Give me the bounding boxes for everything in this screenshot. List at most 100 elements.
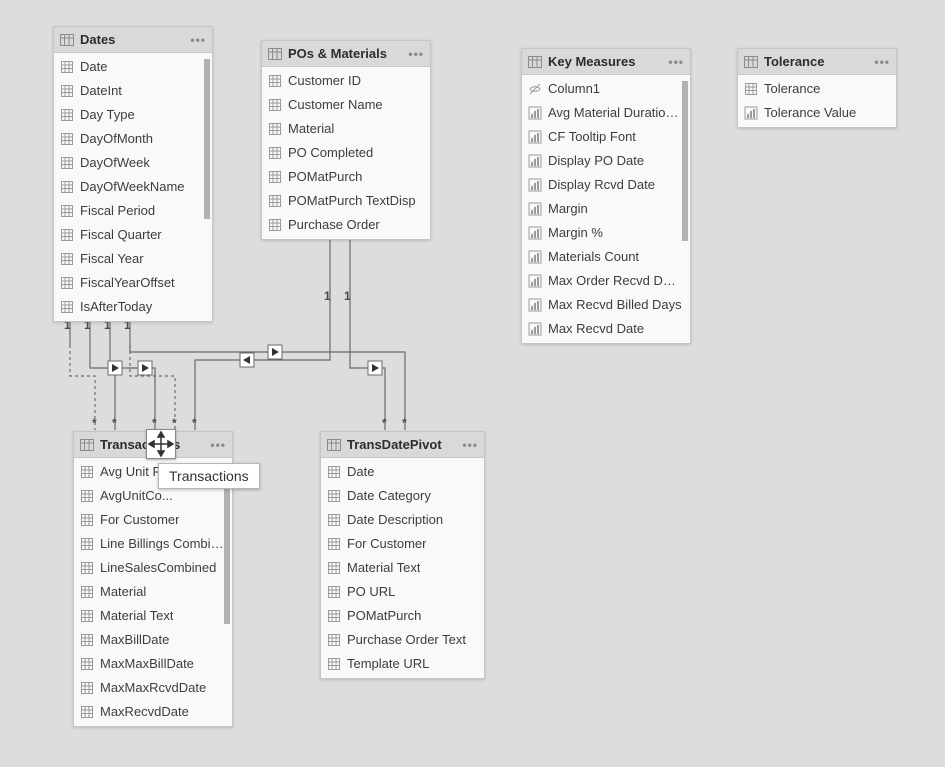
field-row[interactable]: DayOfWeek: [54, 151, 212, 175]
table-header-transdatepivot[interactable]: TransDatePivot •••: [321, 432, 484, 458]
table-title: TransDatePivot: [347, 437, 458, 452]
field-row[interactable]: DateInt: [54, 79, 212, 103]
column-icon: [60, 84, 74, 98]
column-icon: [268, 194, 282, 208]
field-label: MaxBillDate: [100, 630, 169, 650]
more-options-icon[interactable]: •••: [408, 49, 424, 59]
measure-icon: [528, 178, 542, 192]
field-row[interactable]: Margin: [522, 197, 690, 221]
field-row[interactable]: Tolerance Value: [738, 101, 896, 125]
table-key-measures[interactable]: Key Measures ••• Column1Avg Material Dur…: [521, 48, 691, 344]
field-row[interactable]: Day Type: [54, 103, 212, 127]
more-options-icon[interactable]: •••: [210, 440, 226, 450]
table-transdatepivot[interactable]: TransDatePivot ••• DateDate CategoryDate…: [320, 431, 485, 679]
field-row[interactable]: Materials Count: [522, 245, 690, 269]
field-row[interactable]: Max Recvd Date: [522, 317, 690, 341]
field-row[interactable]: For Customer: [74, 508, 232, 532]
field-row[interactable]: MaxRecvdDate: [74, 700, 232, 724]
field-label: IsAfterToday: [80, 297, 152, 317]
field-row[interactable]: Date Category: [321, 484, 484, 508]
column-icon: [60, 108, 74, 122]
scrollbar[interactable]: [682, 78, 688, 340]
field-row[interactable]: LineSalesCombined: [74, 556, 232, 580]
field-label: For Customer: [100, 510, 179, 530]
field-row[interactable]: MaxBillDate: [74, 628, 232, 652]
field-label: Customer Name: [288, 95, 383, 115]
field-row[interactable]: Template URL: [321, 652, 484, 676]
field-row[interactable]: DayOfWeekName: [54, 175, 212, 199]
field-list-tolerance: ToleranceTolerance Value: [738, 75, 896, 127]
measure-icon: [528, 250, 542, 264]
more-options-icon[interactable]: •••: [874, 57, 890, 67]
field-row[interactable]: DayOfMonth: [54, 127, 212, 151]
field-row[interactable]: Avg Material Duration...: [522, 101, 690, 125]
field-row[interactable]: Tolerance: [738, 77, 896, 101]
table-icon: [744, 56, 758, 68]
field-row[interactable]: Date: [321, 460, 484, 484]
field-label: Margin %: [548, 223, 603, 243]
column-icon: [60, 156, 74, 170]
field-row[interactable]: Max Recvd Billed Days: [522, 293, 690, 317]
table-dates[interactable]: Dates ••• DateDateIntDay TypeDayOfMonthD…: [53, 26, 213, 322]
field-label: AvgUnitCo...: [100, 486, 173, 506]
more-options-icon[interactable]: •••: [462, 440, 478, 450]
field-row[interactable]: Margin %: [522, 221, 690, 245]
table-title: Tolerance: [764, 54, 870, 69]
cardinality-one: 1: [324, 289, 331, 303]
column-icon: [80, 537, 94, 551]
table-header-dates[interactable]: Dates •••: [54, 27, 212, 53]
field-row[interactable]: IsAfterToday: [54, 295, 212, 319]
field-row[interactable]: Max Order Recvd Days: [522, 269, 690, 293]
field-label: Tolerance Value: [764, 103, 856, 123]
column-icon: [744, 82, 758, 96]
field-row[interactable]: CF Tooltip Font: [522, 125, 690, 149]
field-row[interactable]: Purchase Order Text: [321, 628, 484, 652]
field-list-transdatepivot: DateDate CategoryDate DescriptionFor Cus…: [321, 458, 484, 678]
field-label: Date Description: [347, 510, 443, 530]
field-row[interactable]: Fiscal Year: [54, 247, 212, 271]
table-title: Key Measures: [548, 54, 664, 69]
scrollbar[interactable]: [204, 56, 210, 318]
field-label: Max Recvd Date: [548, 319, 644, 339]
field-row[interactable]: For Customer: [321, 532, 484, 556]
field-row[interactable]: Fiscal Period: [54, 199, 212, 223]
field-row[interactable]: Fiscal Quarter: [54, 223, 212, 247]
field-row[interactable]: POMatPurch TextDisp: [262, 189, 430, 213]
field-label: Material Text: [347, 558, 420, 578]
column-icon: [60, 276, 74, 290]
field-row[interactable]: Date: [54, 55, 212, 79]
field-row[interactable]: Display PO Date: [522, 149, 690, 173]
column-icon: [327, 537, 341, 551]
field-row[interactable]: Line Billings Combined: [74, 532, 232, 556]
field-row[interactable]: PO URL: [321, 580, 484, 604]
more-options-icon[interactable]: •••: [668, 57, 684, 67]
field-row[interactable]: Purchase Order: [262, 213, 430, 237]
drag-tooltip-label: Transactions: [169, 468, 249, 484]
field-row[interactable]: POMatPurch: [262, 165, 430, 189]
column-icon: [268, 122, 282, 136]
scrollbar[interactable]: [224, 461, 230, 723]
table-header-tolerance[interactable]: Tolerance •••: [738, 49, 896, 75]
table-header-keymeasures[interactable]: Key Measures •••: [522, 49, 690, 75]
table-pos-materials[interactable]: POs & Materials ••• Customer IDCustomer …: [261, 40, 431, 240]
table-tolerance[interactable]: Tolerance ••• ToleranceTolerance Value: [737, 48, 897, 128]
field-row[interactable]: FiscalYearOffset: [54, 271, 212, 295]
field-row[interactable]: Material Text: [74, 604, 232, 628]
field-row[interactable]: Material Text: [321, 556, 484, 580]
field-row[interactable]: Customer Name: [262, 93, 430, 117]
field-row[interactable]: Display Rcvd Date: [522, 173, 690, 197]
field-row[interactable]: PO Completed: [262, 141, 430, 165]
table-header-pos[interactable]: POs & Materials •••: [262, 41, 430, 67]
field-row[interactable]: Date Description: [321, 508, 484, 532]
field-row[interactable]: Material: [262, 117, 430, 141]
field-label: MaxRecvdDate: [100, 702, 189, 722]
model-view-canvas[interactable]: 1 1 1 1 1 1 * * * * * * * Dates ••• Date…: [0, 0, 945, 767]
more-options-icon[interactable]: •••: [190, 35, 206, 45]
field-row[interactable]: Column1: [522, 77, 690, 101]
field-row[interactable]: POMatPurch: [321, 604, 484, 628]
field-row[interactable]: Customer ID: [262, 69, 430, 93]
field-row[interactable]: Material: [74, 580, 232, 604]
field-row[interactable]: MaxMaxRcvdDate: [74, 676, 232, 700]
column-icon: [327, 585, 341, 599]
field-row[interactable]: MaxMaxBillDate: [74, 652, 232, 676]
